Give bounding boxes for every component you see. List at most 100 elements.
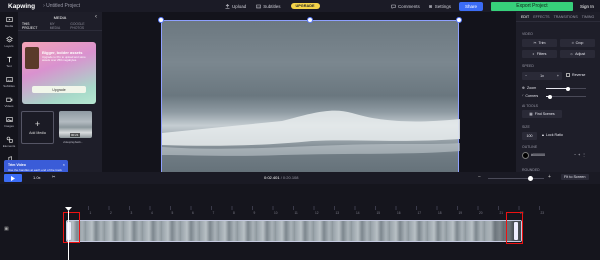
plus-icon[interactable]: + <box>557 74 559 78</box>
tooltip-title: Trim Video <box>8 163 26 167</box>
rail-item-images[interactable]: Images <box>0 112 18 132</box>
left-tool-rail: Media Layers Text Subtitles Videos Image… <box>0 12 18 172</box>
size-input[interactable]: 100 <box>522 132 537 140</box>
tab-edit[interactable]: EDIT <box>521 15 529 19</box>
subtitles-icon <box>5 77 13 82</box>
corners-slider[interactable] <box>546 94 586 99</box>
properties-tabs: EDIT EFFECTS TRANSITIONS TIMING <box>516 12 600 22</box>
rail-item-layers[interactable]: Layers <box>0 32 18 52</box>
ruler-tick-label: 21 <box>499 211 504 215</box>
promo-upgrade-button[interactable]: Upgrade <box>32 86 86 93</box>
video-preview[interactable] <box>161 20 460 188</box>
comments-button[interactable]: Comments <box>391 4 420 9</box>
timecode: 0:02.401 / 0:20.108 <box>264 175 299 180</box>
zoom-slider-knob[interactable] <box>566 86 570 91</box>
outline-color-value[interactable]: #000000 <box>531 153 545 157</box>
tab-google-photos[interactable]: GOOGLE PHOTOS <box>70 22 98 30</box>
ruler-tick-label: 17 <box>417 211 422 215</box>
plus-icon[interactable]: + <box>578 153 580 157</box>
ruler-tick-label: 8 <box>233 211 235 215</box>
play-button[interactable] <box>4 174 22 182</box>
zoom-in-icon[interactable]: + <box>548 174 551 180</box>
add-media-label: Add Media <box>29 131 46 135</box>
tab-my-media[interactable]: MY MEDIA <box>50 22 66 30</box>
playhead[interactable] <box>68 211 69 260</box>
resize-handle-top-left[interactable] <box>158 17 164 23</box>
kapwing-logo[interactable]: Kapwing <box>8 3 35 10</box>
media-tabs: THIS PROJECT MY MEDIA GOOGLE PHOTOS <box>18 22 102 31</box>
lock-ratio-toggle[interactable]: 🔒︎ Lock Ratio <box>542 133 563 137</box>
close-icon[interactable]: × <box>63 162 65 167</box>
speed-stepper[interactable]: − 1x + <box>522 72 562 80</box>
zoom-slider[interactable] <box>546 86 586 91</box>
minus-icon[interactable]: − <box>574 153 576 157</box>
subtitles-button[interactable]: Subtitles <box>256 4 281 9</box>
rail-item-videos[interactable]: Videos <box>0 92 18 112</box>
speed-section-label: SPEED <box>522 64 534 68</box>
export-project-button[interactable]: Export Project <box>490 1 573 11</box>
zoom-slider-fill <box>546 88 568 90</box>
crop-icon: ⌗ <box>571 41 574 45</box>
collapse-chevron-icon[interactable]: ‹ <box>95 14 97 20</box>
tab-timing[interactable]: TIMING <box>582 15 595 19</box>
layers-icon <box>5 36 13 43</box>
rail-item-media[interactable]: Media <box>0 12 18 32</box>
video-track-icon: ▣ <box>4 226 9 232</box>
rail-label-layers: Layers <box>4 44 14 48</box>
tab-this-project[interactable]: THIS PROJECT <box>22 22 45 30</box>
size-value: 100 <box>526 134 533 138</box>
timeline-zoom-slider[interactable] <box>488 176 544 181</box>
resize-handle-top-right[interactable] <box>456 17 462 23</box>
ruler-tick-label: 23 <box>540 211 545 215</box>
ruler-tick-label: 13 <box>335 211 340 215</box>
rail-item-elements[interactable]: Elements <box>0 132 18 152</box>
resize-handle-top-center[interactable] <box>307 17 313 23</box>
trim-button[interactable]: ✂ Trim <box>522 39 557 47</box>
adjust-button[interactable]: ☼ Adjust <box>560 50 595 58</box>
outline-stepper[interactable]: − + ⋮ <box>574 153 586 157</box>
rail-item-subtitles[interactable]: Subtitles <box>0 72 18 92</box>
more-icon[interactable]: ⋮ <box>582 153 586 157</box>
fit-to-screen-button[interactable]: Fit to Screen <box>561 174 589 180</box>
rail-item-text[interactable]: Text <box>0 52 18 72</box>
trim-handle-start-highlight <box>63 212 80 243</box>
thumbnail-filename: videoplayback... <box>63 140 84 144</box>
upload-label: Upload <box>232 3 247 9</box>
ruler-tick-label: 18 <box>438 211 442 215</box>
top-center-actions: Upload Subtitles UPGRADE <box>225 0 320 12</box>
tab-transitions[interactable]: TRANSITIONS <box>554 15 578 19</box>
gear-icon <box>428 4 432 8</box>
playback-speed[interactable]: 1.0x <box>33 175 41 180</box>
find-scenes-button[interactable]: ▦ Find Scenes <box>522 110 562 118</box>
zoom-out-icon[interactable]: − <box>478 174 481 180</box>
ruler-tick-label: 9 <box>253 211 256 215</box>
upgrade-button[interactable]: UPGRADE <box>290 3 320 9</box>
sign-in-link[interactable]: Sign In <box>580 4 594 9</box>
play-icon <box>11 175 15 181</box>
checkbox-icon[interactable] <box>566 73 570 77</box>
comment-icon <box>391 4 396 9</box>
timeline-zoom-knob[interactable] <box>528 176 533 181</box>
tab-effects[interactable]: EFFECTS <box>533 15 549 19</box>
video-track-clip[interactable] <box>66 220 522 242</box>
timeline: 1 2 3 4 5 6 7 8 9 10 11 12 13 14 15 16 17 18 19 20 21 22 23 ▣ <box>0 184 600 260</box>
trim-handle-end[interactable] <box>514 222 518 240</box>
share-button[interactable]: Share <box>458 1 483 11</box>
outline-color-swatch[interactable] <box>522 152 529 159</box>
scenes-icon: ▦ <box>529 112 533 116</box>
zoom-label: Zoom <box>527 86 537 90</box>
trim-label: Trim <box>538 41 546 45</box>
minus-icon[interactable]: − <box>525 74 527 78</box>
split-icon[interactable]: ✂ <box>52 174 55 179</box>
filters-button[interactable]: ◐ Filters <box>522 50 557 58</box>
upload-button[interactable]: Upload <box>225 4 246 9</box>
outline-section-label: OUTLINE <box>522 145 538 149</box>
media-thumbnail[interactable]: 00:21 <box>59 111 92 138</box>
corners-slider-knob[interactable] <box>548 94 552 99</box>
project-name[interactable]: › Untitled Project <box>43 3 80 9</box>
ruler-tick-label: 3 <box>130 211 133 215</box>
crop-button[interactable]: ⌗ Crop <box>560 39 595 47</box>
add-media-button[interactable]: + Add Media <box>21 111 54 144</box>
reverse-toggle[interactable]: Reverse <box>566 73 585 77</box>
settings-button[interactable]: Settings <box>428 4 451 9</box>
